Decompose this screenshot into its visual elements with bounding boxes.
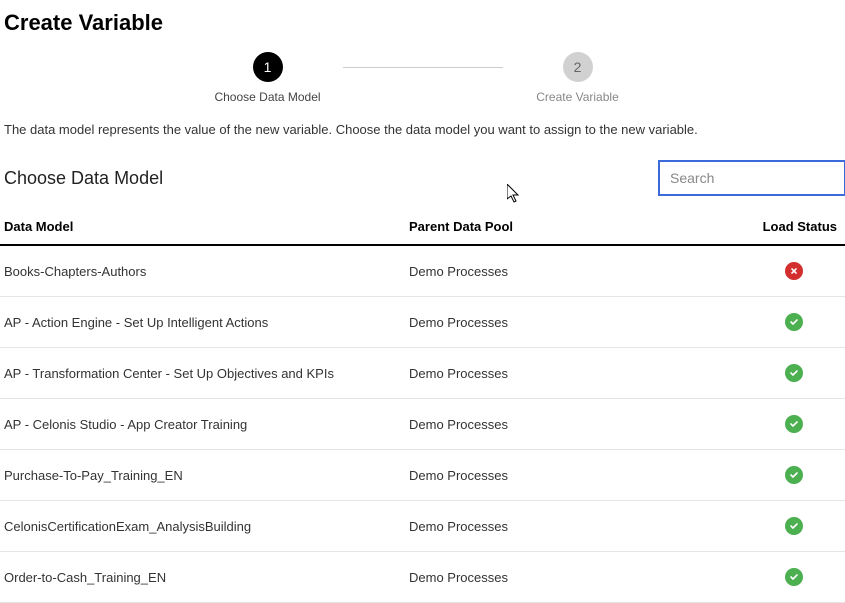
column-header-model[interactable]: Data Model	[4, 219, 409, 234]
search-input[interactable]	[670, 170, 834, 186]
x-circle-icon	[785, 262, 803, 280]
cell-data-model: AP - Celonis Studio - App Creator Traini…	[4, 417, 409, 432]
cell-parent-pool: Demo Processes	[409, 417, 759, 432]
table-row[interactable]: CelonisCertificationExam_AnalysisBuildin…	[0, 501, 845, 552]
cell-data-model: AP - Transformation Center - Set Up Obje…	[4, 366, 409, 381]
cell-load-status	[759, 415, 841, 433]
stepper-line	[343, 67, 503, 68]
page-title: Create Variable	[0, 0, 845, 42]
cell-data-model: AP - Action Engine - Set Up Intelligent …	[4, 315, 409, 330]
step-circle-2: 2	[563, 52, 593, 82]
table-body: Books-Chapters-AuthorsDemo ProcessesAP -…	[0, 246, 845, 603]
cell-parent-pool: Demo Processes	[409, 264, 759, 279]
column-header-status[interactable]: Load Status	[759, 219, 841, 234]
search-wrapper[interactable]	[659, 161, 845, 195]
check-circle-icon	[785, 466, 803, 484]
table-row[interactable]: AP - Action Engine - Set Up Intelligent …	[0, 297, 845, 348]
check-circle-icon	[785, 313, 803, 331]
cell-parent-pool: Demo Processes	[409, 468, 759, 483]
cell-load-status	[759, 466, 841, 484]
cell-load-status	[759, 313, 841, 331]
cell-load-status	[759, 262, 841, 280]
cell-parent-pool: Demo Processes	[409, 519, 759, 534]
check-circle-icon	[785, 415, 803, 433]
cell-parent-pool: Demo Processes	[409, 315, 759, 330]
cell-load-status	[759, 364, 841, 382]
stepper: 1 Choose Data Model 2 Create Variable	[0, 52, 845, 104]
table-row[interactable]: AP - Transformation Center - Set Up Obje…	[0, 348, 845, 399]
step-label-2: Create Variable	[536, 90, 619, 104]
check-circle-icon	[785, 517, 803, 535]
section-title: Choose Data Model	[4, 168, 163, 189]
cell-load-status	[759, 568, 841, 586]
cell-parent-pool: Demo Processes	[409, 570, 759, 585]
step-label-1: Choose Data Model	[214, 90, 320, 104]
cell-data-model: Purchase-To-Pay_Training_EN	[4, 468, 409, 483]
stepper-step-1[interactable]: 1 Choose Data Model	[193, 52, 343, 104]
step-circle-1: 1	[253, 52, 283, 82]
stepper-step-2[interactable]: 2 Create Variable	[503, 52, 653, 104]
table-row[interactable]: AP - Celonis Studio - App Creator Traini…	[0, 399, 845, 450]
cell-data-model: CelonisCertificationExam_AnalysisBuildin…	[4, 519, 409, 534]
column-header-pool[interactable]: Parent Data Pool	[409, 219, 759, 234]
table-row[interactable]: Books-Chapters-AuthorsDemo Processes	[0, 246, 845, 297]
description-text: The data model represents the value of t…	[4, 122, 841, 137]
table-row[interactable]: Purchase-To-Pay_Training_ENDemo Processe…	[0, 450, 845, 501]
cell-load-status	[759, 517, 841, 535]
cell-parent-pool: Demo Processes	[409, 366, 759, 381]
table-row[interactable]: Order-to-Cash_Training_ENDemo Processes	[0, 552, 845, 603]
check-circle-icon	[785, 364, 803, 382]
cell-data-model: Books-Chapters-Authors	[4, 264, 409, 279]
check-circle-icon	[785, 568, 803, 586]
table-header: Data Model Parent Data Pool Load Status	[0, 205, 845, 246]
section-header: Choose Data Model	[0, 161, 845, 195]
cell-data-model: Order-to-Cash_Training_EN	[4, 570, 409, 585]
